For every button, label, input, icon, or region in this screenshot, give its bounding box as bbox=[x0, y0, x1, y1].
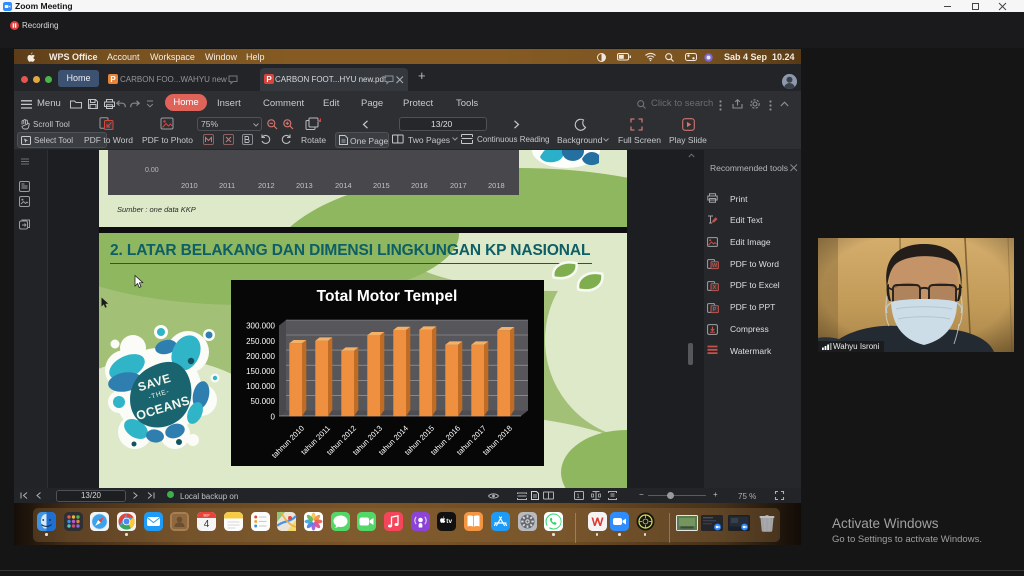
svg-text:200.000: 200.000 bbox=[246, 352, 275, 361]
svg-text:SEP: SEP bbox=[203, 514, 209, 518]
svg-text:tv: tv bbox=[447, 518, 453, 525]
svg-text:100.000: 100.000 bbox=[246, 382, 275, 391]
svg-text:Total Motor Tempel: Total Motor Tempel bbox=[316, 288, 457, 305]
svg-text:W: W bbox=[712, 263, 718, 269]
svg-text:150.000: 150.000 bbox=[246, 367, 275, 376]
svg-text:50.000: 50.000 bbox=[250, 397, 275, 406]
svg-text:4: 4 bbox=[204, 519, 210, 530]
svg-text:0: 0 bbox=[270, 412, 275, 421]
svg-text:1: 1 bbox=[576, 494, 580, 500]
svg-text:300.000: 300.000 bbox=[246, 322, 275, 331]
svg-text:P: P bbox=[713, 307, 717, 313]
svg-text:250.000: 250.000 bbox=[246, 337, 275, 346]
svg-text:X: X bbox=[713, 285, 717, 291]
